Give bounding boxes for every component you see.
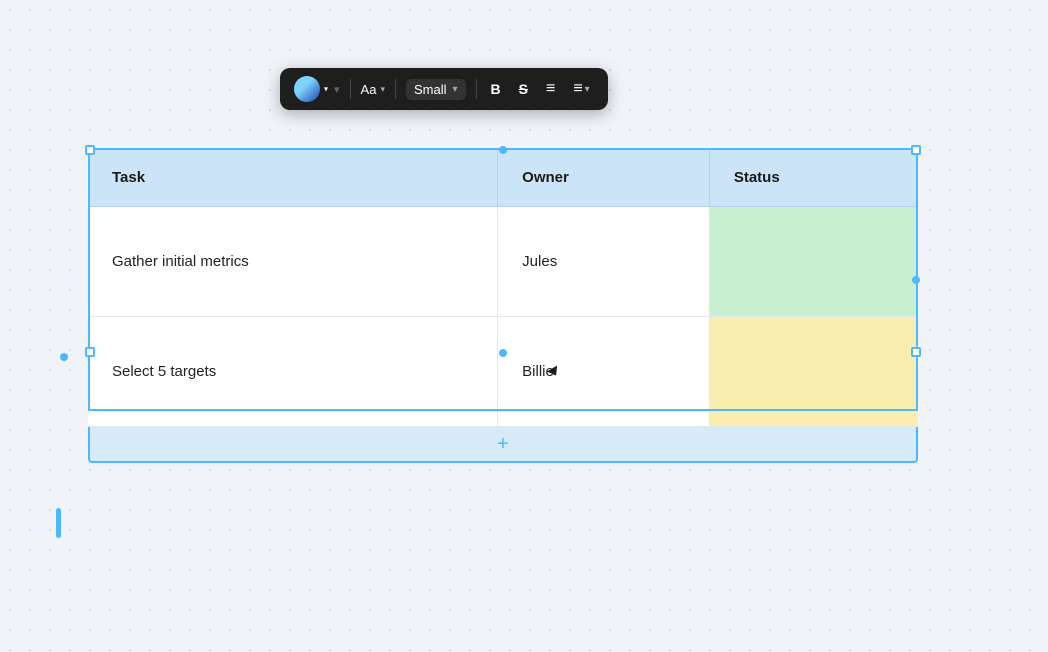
list-icon: ≡: [546, 80, 555, 98]
formatting-toolbar: ▾ Aa ▾ Small ▾ B S ≡ ≡ ▾: [280, 68, 608, 110]
toolbar-divider-3: [476, 79, 477, 99]
size-arrow: ▾: [452, 84, 457, 95]
table-body: Gather initial metrics Jules Select 5 ta…: [88, 207, 918, 427]
cell-task-2[interactable]: Select 5 targets: [88, 317, 498, 427]
cell-task-1[interactable]: Gather initial metrics: [88, 207, 498, 317]
left-bar: [56, 508, 61, 538]
align-button[interactable]: ≡ ▾: [569, 78, 593, 100]
add-row-bar[interactable]: +: [88, 427, 918, 463]
data-table: Task Owner Status Gather initial metrics…: [88, 148, 918, 427]
left-dot: [60, 353, 68, 361]
toolbar-divider-2: [395, 79, 396, 99]
header-row: Task Owner Status: [88, 149, 918, 207]
cell-owner-1[interactable]: Jules: [498, 207, 710, 317]
cell-status-1[interactable]: [709, 207, 918, 317]
size-label: Small: [414, 82, 447, 97]
table-header: Task Owner Status: [88, 149, 918, 207]
align-arrow: ▾: [585, 84, 590, 95]
header-owner: Owner: [498, 149, 710, 207]
cell-owner-2[interactable]: Billie: [498, 317, 710, 427]
header-task: Task: [88, 149, 498, 207]
align-icon: ≡: [573, 80, 582, 98]
table-container: Task Owner Status Gather initial metrics…: [88, 148, 918, 463]
strikethrough-button[interactable]: S: [515, 79, 532, 99]
table-row: Select 5 targets Billie: [88, 317, 918, 427]
size-selector[interactable]: Small ▾: [406, 79, 466, 100]
font-selector[interactable]: Aa ▾: [361, 82, 385, 97]
list-button[interactable]: ≡: [542, 78, 559, 100]
toolbar-divider-1: [350, 79, 351, 99]
table-row: Gather initial metrics Jules: [88, 207, 918, 317]
cell-status-2[interactable]: [709, 317, 918, 427]
bold-button[interactable]: B: [487, 79, 505, 99]
add-row-icon: +: [497, 433, 509, 456]
font-arrow: ▾: [380, 84, 385, 95]
color-picker-button[interactable]: [294, 76, 320, 102]
header-status: Status: [709, 149, 918, 207]
font-label: Aa: [361, 82, 377, 97]
